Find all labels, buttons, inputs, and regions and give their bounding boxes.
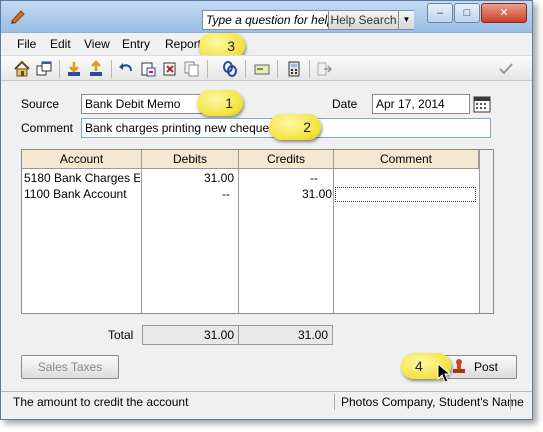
account-cell[interactable]: 1100 Bank Account [24,187,140,202]
menu-entry[interactable]: Entry [122,37,150,51]
journal-entry-grid: Account Debits Credits Comment 5180 Bank… [21,149,494,314]
comment-cell-active[interactable] [335,187,476,202]
callout-1: 1 [197,90,243,116]
help-search-box: Type a question for help Help Search ▼ [202,10,414,30]
sales-taxes-button[interactable]: Sales Taxes [21,355,119,379]
total-credits: 31.00 [238,325,333,345]
column-header-comment: Comment [334,150,479,169]
home-icon[interactable] [13,60,31,78]
column-header-account: Account [22,150,142,169]
card-icon[interactable] [253,60,271,78]
total-debits: 31.00 [142,325,239,345]
calendar-icon[interactable] [473,95,491,113]
upload-icon[interactable] [87,60,105,78]
column-header-credits: Credits [239,150,334,169]
mouse-cursor-icon [437,363,452,383]
menu-file[interactable]: File [17,37,36,51]
account-cell[interactable]: 5180 Bank Charges Exp [24,171,140,186]
maximize-button[interactable]: □ [454,3,480,23]
calculator-icon[interactable] [285,60,303,78]
menu-report[interactable]: Report [165,37,201,51]
total-label: Total [108,328,134,342]
post-button-label: Post [474,360,499,374]
app-icon [11,10,25,24]
comment-cell[interactable] [335,171,475,186]
date-field[interactable]: Apr 17, 2014 [372,94,470,114]
callout-2: 2 [269,114,321,140]
menu-edit[interactable]: Edit [50,37,71,51]
toolbar [1,55,532,81]
debit-cell[interactable]: -- [143,187,234,202]
copy-doc-icon[interactable] [183,60,201,78]
source-label: Source [21,97,60,111]
help-search-button[interactable]: Help Search [328,11,398,29]
source-field[interactable]: Bank Debit Memo [81,94,211,114]
minimize-button[interactable]: – [427,3,453,23]
windows-icon[interactable] [35,60,53,78]
credit-cell[interactable]: -- [240,171,328,186]
journal-icon[interactable] [139,60,157,78]
help-question-input[interactable]: Type a question for help [206,13,328,28]
menu-bar: File Edit View Entry Report [1,34,532,54]
checkmark-icon[interactable] [497,60,515,78]
help-dropdown-button[interactable]: ▼ [398,11,414,29]
status-company: Photos Company, Student's Name [341,395,524,409]
date-label: Date [332,97,358,111]
save-download-icon[interactable] [65,60,83,78]
export-icon[interactable] [315,60,333,78]
credit-cell[interactable]: 31.00 [240,187,332,202]
journal-window: Type a question for help Help Search ▼ –… [0,0,533,420]
title-bar: Type a question for help Help Search ▼ –… [1,1,532,33]
grid-header: Account Debits Credits Comment [22,150,479,169]
grid-vertical-scrollbar[interactable] [479,150,493,313]
comment-label: Comment [21,121,74,135]
delete-doc-icon[interactable] [161,60,179,78]
status-message: The amount to credit the account [13,395,189,409]
column-header-debits: Debits [142,150,239,169]
undo-icon[interactable] [117,60,135,78]
link-icon[interactable] [221,60,239,78]
debit-cell[interactable]: 31.00 [143,171,234,186]
close-button[interactable]: ✕ [481,3,527,23]
status-bar: The amount to credit the account Photos … [1,391,532,411]
menu-view[interactable]: View [84,37,110,51]
